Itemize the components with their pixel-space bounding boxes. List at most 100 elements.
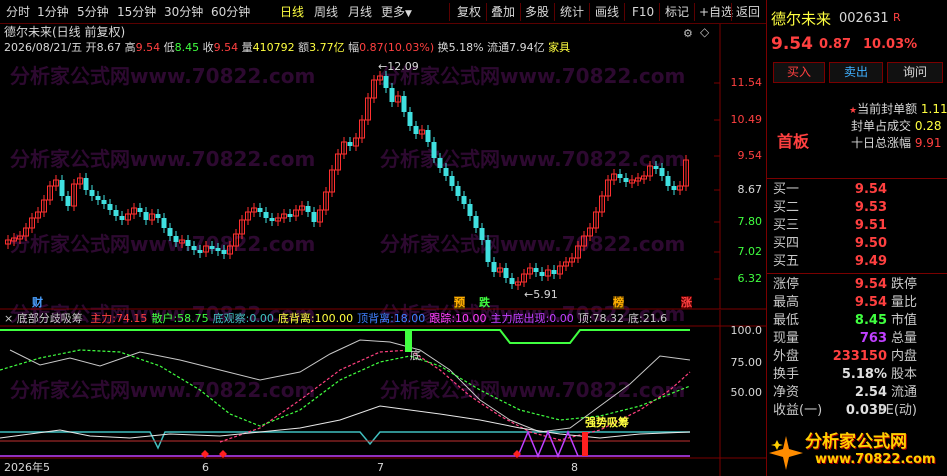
candle-body: [623, 178, 629, 182]
candle-body: [83, 178, 89, 190]
candle-body: [65, 196, 71, 206]
detail-value: 233150: [832, 349, 887, 364]
detail-row: 最高 9.54 量比: [773, 294, 947, 312]
legend-value: 10.00: [455, 312, 487, 325]
detail-label: 现量: [773, 331, 800, 346]
candle-body: [401, 96, 407, 112]
price-tick: 6.32: [737, 272, 763, 285]
candle-body: [167, 228, 173, 236]
bid-row[interactable]: 买一 9.54: [773, 181, 947, 199]
x-axis-label: 6: [202, 461, 209, 474]
high-mark-value: 12.09: [387, 60, 419, 73]
event-marker[interactable]: 榜: [613, 296, 624, 309]
bid-row[interactable]: 买五 9.49: [773, 253, 947, 271]
high-mark: ←12.09: [378, 60, 419, 73]
candlestick-chart[interactable]: [0, 0, 766, 312]
candle-body: [119, 216, 125, 220]
candle-body: [143, 212, 149, 220]
app-window: 分时 1分钟 5分钟 15分钟 30分钟 60分钟 日线 周线 月线 更多▼ 复…: [0, 0, 947, 476]
bid-row[interactable]: 买四 9.50: [773, 235, 947, 253]
candle-body: [461, 196, 467, 204]
candle-body: [491, 262, 497, 272]
candle-body: [269, 218, 275, 221]
candle-body: [185, 240, 191, 246]
logo-url: www.70822.com: [815, 452, 936, 467]
candle-body: [257, 208, 263, 212]
marker-text: 榜: [613, 296, 624, 309]
candle-body: [533, 268, 539, 272]
stat-label: 十日总涨幅: [851, 136, 912, 150]
legend-value: 0.00: [249, 312, 274, 325]
candle-body: [215, 248, 221, 251]
detail-label-2: 量比: [890, 295, 917, 310]
legend-value: 58.75: [177, 312, 209, 325]
candle-body: [617, 174, 623, 178]
indicator-name[interactable]: 底部分歧吸筹: [17, 312, 83, 325]
detail-row: 最低 8.45 市值: [773, 312, 947, 330]
candle-body: [473, 216, 479, 228]
detail-value: 9.54: [854, 295, 887, 310]
low-mark-value: 5.91: [533, 288, 558, 301]
legend-name: 主力: [90, 312, 113, 325]
detail-value: 5.18%: [841, 367, 887, 382]
candle-body: [659, 168, 665, 176]
event-marker[interactable]: 财: [32, 296, 43, 309]
price-tick: 8.67: [737, 183, 763, 196]
detail-label-2: 流通: [890, 385, 917, 400]
candle-body: [287, 214, 293, 217]
stock-marker: R: [893, 11, 901, 24]
stat-value: 0.28: [914, 119, 942, 133]
indicator-close-icon[interactable]: ×: [4, 312, 13, 325]
indicator-legend: × 底部分歧吸筹 主力:74.15 散户:58.75 底观察:0.00 底背离:100…: [4, 312, 667, 325]
arrow-icon: ←: [378, 60, 388, 73]
bid-row[interactable]: 买三 9.51: [773, 217, 947, 235]
candle-body: [101, 200, 107, 204]
marker-text: 预: [454, 296, 465, 309]
candle-body: [485, 240, 491, 262]
buy-button[interactable]: 买入: [773, 62, 825, 83]
quote-panel: 德尔未来 002631 R 9.54 0.87 10.03% 买入 卖出 询问 …: [766, 0, 947, 476]
arrow-icon: ←: [524, 288, 534, 301]
detail-value: 2.54: [854, 385, 887, 400]
legend-item: 底背离:100.00: [278, 312, 353, 325]
detail-label-2: 跌停: [890, 277, 917, 292]
legend-name: 主力底出现: [490, 312, 546, 325]
legend-name: 底: [627, 312, 639, 325]
signal-diamond-icon: [219, 450, 227, 458]
low-mark: ←5.91: [524, 288, 558, 301]
inquiry-button[interactable]: 询问: [887, 62, 943, 83]
stock-code: 002631: [839, 11, 889, 26]
site-logo[interactable]: 分析家公式网 www.70822.com: [767, 418, 947, 476]
bid-label: 买五: [773, 254, 800, 269]
dashed-line: [0, 349, 691, 427]
legend-value: 0.00: [549, 312, 574, 325]
price-tick: 9.54: [737, 149, 763, 162]
candle-body: [173, 236, 179, 242]
legend-item: 顶:78.32: [578, 312, 624, 325]
event-marker[interactable]: 预: [454, 296, 465, 309]
event-marker[interactable]: 涨: [681, 296, 692, 309]
candle-body: [89, 190, 95, 196]
legend-value: 78.32: [592, 312, 624, 325]
event-marker[interactable]: 跌: [479, 296, 490, 309]
sparkle-icon: [769, 436, 803, 470]
indicator-chart[interactable]: [0, 310, 766, 476]
candle-body: [455, 186, 461, 196]
detail-row: 换手 5.18% 股本: [773, 366, 947, 384]
legend-item: 底:21.6: [628, 312, 667, 325]
candle-body: [347, 142, 353, 146]
sell-button[interactable]: 卖出: [829, 62, 883, 83]
legend-value: 21.6: [642, 312, 668, 325]
detail-label-2: 市值: [890, 313, 917, 328]
candle-body: [311, 212, 317, 222]
bid-price: 9.53: [854, 200, 887, 215]
legend-name: 底观察: [212, 312, 246, 325]
price-tick: 7.02: [737, 245, 763, 258]
detail-label: 外盘: [773, 349, 800, 364]
candle-body: [407, 112, 413, 126]
candle-body: [509, 278, 515, 284]
candle-body: [467, 204, 473, 216]
candle-body: [137, 208, 143, 212]
strong-accumulation-label: 强势吸筹: [585, 416, 629, 429]
bid-row[interactable]: 买二 9.53: [773, 199, 947, 217]
